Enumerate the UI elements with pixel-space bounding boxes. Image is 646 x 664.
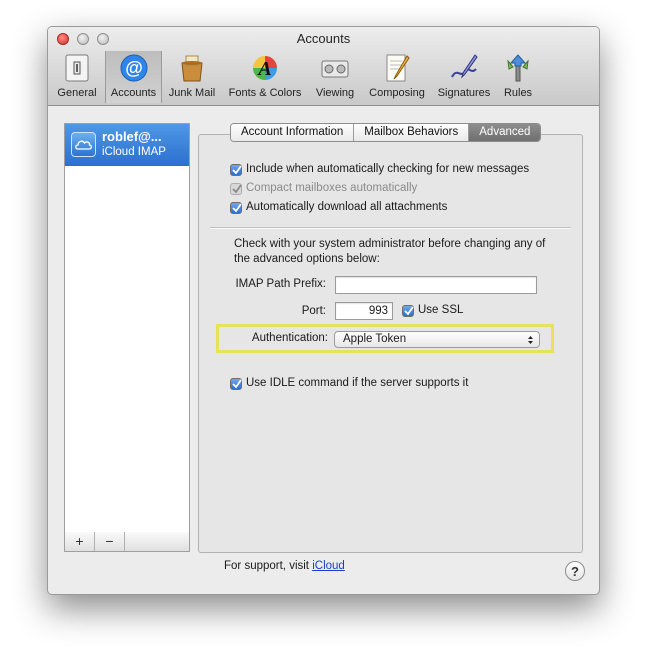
include-label: Include when automatically checking for … <box>246 163 530 175</box>
support-prefix: For support, visit <box>224 560 309 572</box>
ssl-checkbox[interactable] <box>402 305 414 317</box>
svg-text:A: A <box>256 58 271 80</box>
compact-label: Compact mailboxes automatically <box>246 182 418 194</box>
account-name: roblef@... <box>102 129 162 144</box>
add-account-button[interactable]: + <box>65 532 95 551</box>
toolbar-composing[interactable]: Composing <box>364 51 430 103</box>
signatures-icon <box>449 53 479 83</box>
authentication-popup[interactable]: Apple Token <box>334 331 540 348</box>
checkmark-icon <box>232 379 242 389</box>
at-sign-icon: @ <box>119 53 149 83</box>
toolbar-label: Composing <box>369 87 425 99</box>
composing-icon <box>382 53 412 83</box>
general-icon <box>62 53 92 83</box>
tab-mailbox-behaviors[interactable]: Mailbox Behaviors <box>354 124 470 141</box>
imap-prefix-field[interactable] <box>335 276 537 294</box>
checkmark-icon <box>404 306 414 316</box>
svg-text:@: @ <box>125 58 143 78</box>
idle-checkbox[interactable] <box>230 378 242 390</box>
authentication-value: Apple Token <box>343 333 407 345</box>
toolbar-viewing[interactable]: Viewing <box>310 51 360 103</box>
remove-account-button[interactable]: − <box>95 532 125 551</box>
toolbar-label: Accounts <box>110 87 157 99</box>
port-field[interactable]: 993 <box>335 302 393 320</box>
toolbar-label: Viewing <box>315 87 355 99</box>
toolbar-label: Fonts & Colors <box>228 87 302 99</box>
ssl-label: Use SSL <box>418 304 464 316</box>
account-list-toolbar: + − <box>64 532 190 552</box>
preferences-content: roblef@... iCloud IMAP + − Account Infor… <box>48 106 599 594</box>
viewing-icon <box>320 53 350 83</box>
checkmark-icon <box>232 165 242 175</box>
tab-account-information[interactable]: Account Information <box>231 124 355 141</box>
fonts-colors-icon: A <box>250 53 280 83</box>
checkmark-icon <box>232 203 242 213</box>
toolbar-label: Junk Mail <box>168 87 216 99</box>
toolbar-label: General <box>57 87 97 99</box>
cloud-icon <box>71 132 96 157</box>
tab-bar: Account Information Mailbox Behaviors Ad… <box>230 123 542 142</box>
advanced-notice: Check with your system administrator bef… <box>234 238 546 265</box>
toolbar-junk-mail[interactable]: Junk Mail <box>164 51 220 103</box>
toolbar-signatures[interactable]: Signatures <box>434 51 494 103</box>
preferences-window: Accounts General @ Accounts Junk Mail A … <box>47 26 600 595</box>
download-checkbox[interactable] <box>230 202 242 214</box>
download-label: Automatically download all attachments <box>246 201 448 213</box>
help-button[interactable]: ? <box>565 561 585 581</box>
junk-mail-icon <box>177 53 207 83</box>
authentication-label: Authentication: <box>251 332 328 344</box>
account-row[interactable]: roblef@... iCloud IMAP <box>65 124 189 166</box>
idle-label: Use IDLE command if the server supports … <box>246 377 469 389</box>
icloud-link[interactable]: iCloud <box>312 560 345 572</box>
toolbar-general[interactable]: General <box>52 51 102 103</box>
titlebar: Accounts General @ Accounts Junk Mail A … <box>48 27 599 106</box>
toolbar-rules[interactable]: Rules <box>498 51 538 103</box>
checkmark-icon <box>232 184 242 194</box>
window-title: Accounts <box>296 31 351 46</box>
include-checkbox[interactable] <box>230 164 242 176</box>
toolbar-fonts-colors[interactable]: A Fonts & Colors <box>224 51 306 103</box>
port-label: Port: <box>301 305 326 317</box>
rules-icon <box>503 53 533 83</box>
account-list[interactable]: roblef@... iCloud IMAP <box>64 123 190 533</box>
account-type: iCloud IMAP <box>102 146 166 158</box>
tab-advanced[interactable]: Advanced <box>469 124 541 141</box>
toolbar-label: Rules <box>503 87 533 99</box>
support-text: For support, visit iCloud <box>224 560 345 572</box>
separator <box>210 227 571 229</box>
imap-prefix-label: IMAP Path Prefix: <box>235 278 326 290</box>
toolbar-accounts[interactable]: @ Accounts <box>105 51 162 103</box>
popup-arrows-icon <box>528 336 533 344</box>
compact-checkbox <box>230 183 242 195</box>
toolbar-label: Signatures <box>437 87 491 99</box>
